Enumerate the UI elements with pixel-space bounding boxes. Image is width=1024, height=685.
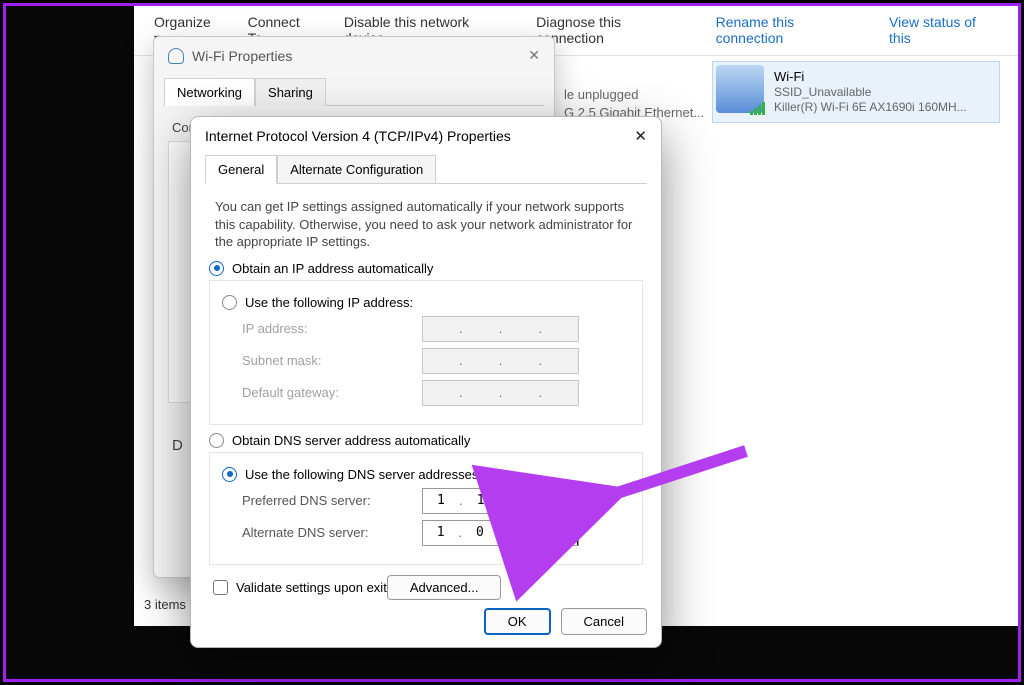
dialog-title: Wi-Fi Properties: [192, 48, 292, 64]
ipv4-properties-dialog: Internet Protocol Version 4 (TCP/IPv4) P…: [190, 116, 662, 648]
signal-bars-icon: [750, 101, 768, 115]
dialog-title: Internet Protocol Version 4 (TCP/IPv4) P…: [205, 128, 511, 144]
gateway-input: ...: [422, 380, 579, 406]
radio-dns-auto[interactable]: Obtain DNS server address automatically: [209, 433, 643, 448]
connection-adapter: Killer(R) Wi-Fi 6E AX1690i 160MH...: [774, 100, 967, 115]
cancel-button[interactable]: Cancel: [561, 608, 647, 635]
wifi-icon: [168, 48, 184, 64]
connection-ssid: SSID_Unavailable: [774, 85, 967, 100]
ip-address-input: ...: [422, 316, 579, 342]
subnet-mask-input: ...: [422, 348, 579, 374]
preferred-dns-input[interactable]: 1.1.1.1: [422, 488, 579, 514]
status-bar: 3 items: [144, 597, 186, 612]
description-label-partial: D: [172, 437, 183, 454]
info-text: You can get IP settings assigned automat…: [215, 198, 637, 251]
close-icon[interactable]: ✕: [634, 127, 647, 145]
validate-checkbox[interactable]: [213, 580, 228, 595]
advanced-button[interactable]: Advanced...: [387, 575, 502, 600]
radio-ip-auto[interactable]: Obtain an IP address automatically: [209, 261, 643, 276]
close-icon[interactable]: ✕: [528, 47, 540, 64]
dns-group: Use the following DNS server addresses: …: [209, 452, 643, 565]
radio-dns-manual[interactable]: Use the following DNS server addresses:: [222, 467, 630, 482]
connection-name: Wi-Fi: [774, 69, 967, 85]
tab-alternate-config[interactable]: Alternate Configuration: [277, 155, 436, 184]
wifi-connection-item[interactable]: Wi-Fi SSID_Unavailable Killer(R) Wi-Fi 6…: [712, 61, 1000, 123]
tab-sharing[interactable]: Sharing: [255, 78, 326, 106]
alternate-dns-input[interactable]: 1.0.0.1: [422, 520, 579, 546]
ok-button[interactable]: OK: [484, 608, 551, 635]
toolbar-rename[interactable]: Rename this connection: [716, 14, 861, 47]
monitor-icon: [716, 65, 764, 113]
validate-label: Validate settings upon exit: [236, 580, 387, 595]
tab-networking[interactable]: Networking: [164, 78, 255, 106]
toolbar-diagnose[interactable]: Diagnose this connection: [536, 14, 687, 47]
radio-ip-manual[interactable]: Use the following IP address:: [222, 295, 630, 310]
ip-group: Use the following IP address: IP address…: [209, 280, 643, 425]
toolbar-view-status[interactable]: View status of this: [889, 14, 998, 47]
tab-general[interactable]: General: [205, 155, 277, 184]
